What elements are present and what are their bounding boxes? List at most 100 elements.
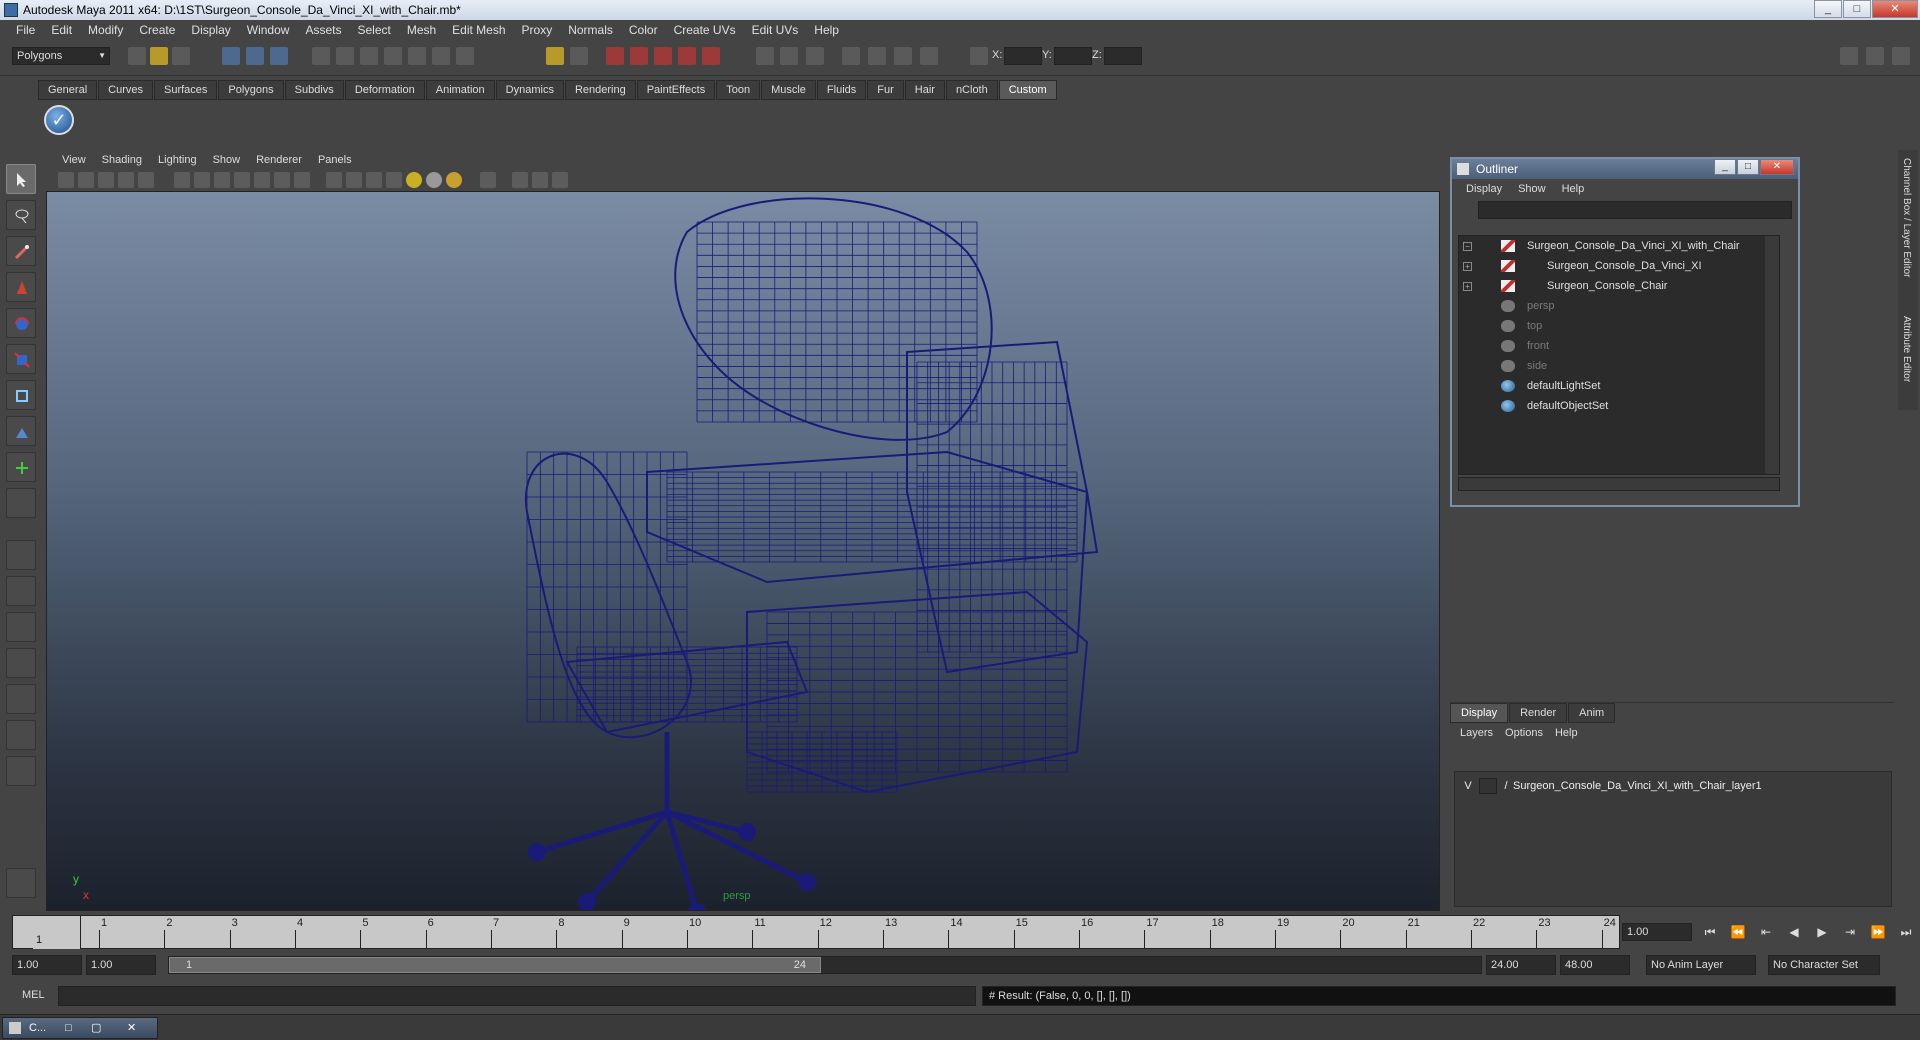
layer-type-toggle[interactable] — [1479, 778, 1497, 794]
textured-icon[interactable] — [386, 172, 402, 188]
layer-tab-anim[interactable]: Anim — [1568, 703, 1616, 723]
menu-display[interactable]: Display — [183, 23, 238, 37]
hypershade-icon[interactable] — [678, 47, 696, 65]
outliner-close-button[interactable]: ✕ — [1760, 159, 1794, 175]
lasso-tool-icon[interactable] — [6, 200, 36, 230]
camera-attributes-icon[interactable] — [78, 172, 94, 188]
outliner-menu-help[interactable]: Help — [1554, 183, 1593, 195]
go-to-end-icon[interactable]: ⏭ — [1896, 924, 1916, 940]
snap-grid-icon[interactable] — [312, 47, 330, 65]
layer-row[interactable]: V / Surgeon_Console_Da_Vinci_XI_with_Chair… — [1459, 776, 1887, 796]
ipr-render-icon[interactable] — [630, 47, 648, 65]
attribute-icon[interactable] — [894, 47, 912, 65]
go-to-start-icon[interactable]: ⏮ — [1700, 924, 1720, 940]
shelf-tab-painteffects[interactable]: PaintEffects — [636, 80, 716, 100]
outliner-item-defaultobjectset[interactable]: defaultObjectSet — [1459, 396, 1779, 416]
close-icon[interactable]: ✕ — [127, 1018, 136, 1038]
shelf-tab-animation[interactable]: Animation — [425, 80, 495, 100]
render-icon[interactable] — [606, 47, 624, 65]
script-editor-icon[interactable] — [806, 47, 824, 65]
history-icon[interactable] — [432, 47, 450, 65]
menu-edit-uvs[interactable]: Edit UVs — [744, 23, 807, 37]
restore-icon[interactable]: □ — [65, 1018, 72, 1038]
menu-create-uvs[interactable]: Create UVs — [666, 23, 744, 37]
lock-icon[interactable] — [546, 47, 564, 65]
minimize-button[interactable]: _ — [1814, 0, 1842, 18]
show-manipulator-icon[interactable] — [6, 452, 36, 482]
menu-set-dropdown[interactable]: Polygons ▼ — [12, 47, 110, 65]
shelf-tab-hair[interactable]: Hair — [904, 80, 945, 100]
snap-point-icon[interactable] — [360, 47, 378, 65]
soft-mod-tool-icon[interactable] — [6, 416, 36, 446]
single-pane-layout-icon[interactable] — [6, 540, 36, 570]
anim-layer-dropdown[interactable]: No Anim Layer — [1646, 955, 1756, 975]
save-scene-icon[interactable] — [172, 47, 190, 65]
maximize-button[interactable]: □ — [1843, 0, 1871, 18]
persp-hypershade-layout-icon[interactable] — [6, 684, 36, 714]
two-d-pan-icon[interactable] — [138, 172, 154, 188]
start-time-field[interactable]: 1.00 — [12, 955, 82, 975]
bookmark-icon[interactable] — [98, 172, 114, 188]
outliner-item-persp[interactable]: persp — [1459, 296, 1779, 316]
outliner-item-top[interactable]: top — [1459, 316, 1779, 336]
channel-box-icon[interactable] — [1866, 47, 1884, 65]
graph-icon[interactable] — [920, 47, 938, 65]
perspective-viewport[interactable]: yx persp — [46, 191, 1440, 911]
viewport-menu-renderer[interactable]: Renderer — [248, 154, 310, 166]
expand-icon[interactable]: + — [1463, 262, 1472, 271]
render-view-icon[interactable] — [702, 47, 720, 65]
range-slider-handle[interactable]: 1 24 — [169, 957, 821, 973]
anim-start-field[interactable]: 1.00 — [86, 955, 156, 975]
layer-menu-layers[interactable]: Layers — [1454, 727, 1499, 739]
menu-assets[interactable]: Assets — [297, 23, 349, 37]
shelf-tab-rendering[interactable]: Rendering — [564, 80, 636, 100]
menu-file[interactable]: File — [8, 23, 43, 37]
film-gate-icon[interactable] — [194, 172, 210, 188]
transform-field-icon[interactable] — [970, 47, 988, 65]
end-time-field[interactable]: 24.00 — [1486, 955, 1556, 975]
layer-tab-display[interactable]: Display — [1450, 703, 1509, 723]
range-slider[interactable]: 1 24 — [168, 956, 1482, 974]
wireframe-on-shaded-icon[interactable] — [366, 172, 382, 188]
select-tool-icon[interactable] — [6, 164, 36, 194]
shelf-tab-ncloth[interactable]: nCloth — [945, 80, 998, 100]
tool-settings-icon[interactable] — [1892, 47, 1910, 65]
snap-view-plane-icon[interactable] — [384, 47, 402, 65]
safe-action-icon[interactable] — [274, 172, 290, 188]
shelf-tab-curves[interactable]: Curves — [98, 80, 153, 100]
play-forwards-icon[interactable]: ▶ — [1812, 924, 1832, 940]
outliner-item-surgeon-console-da-vinci-xi[interactable]: + Surgeon_Console_Da_Vinci_XI — [1459, 256, 1779, 276]
shelf-checkmark-icon[interactable]: ✓ — [44, 105, 74, 135]
shelf-tab-toon[interactable]: Toon — [716, 80, 761, 100]
image-plane-icon[interactable] — [118, 172, 134, 188]
x-input[interactable] — [1004, 47, 1042, 65]
select-object-icon[interactable] — [246, 47, 264, 65]
z-input[interactable] — [1104, 47, 1142, 65]
shelf-tab-fluids[interactable]: Fluids — [816, 80, 867, 100]
move-tool-icon[interactable] — [6, 272, 36, 302]
minimized-window-item[interactable]: C... □ ▢ ✕ — [2, 1017, 158, 1039]
shelf-tab-custom[interactable]: Custom — [998, 80, 1057, 100]
viewport-menu-shading[interactable]: Shading — [94, 154, 150, 166]
high-quality-icon[interactable] — [446, 172, 462, 188]
shelf-tab-polygons[interactable]: Polygons — [218, 80, 284, 100]
current-time-marker[interactable]: 1 — [33, 916, 81, 949]
step-forward-frame-icon[interactable]: ⇥ — [1840, 924, 1860, 940]
paint-select-tool-icon[interactable] — [6, 236, 36, 266]
collapse-icon[interactable]: − — [1463, 242, 1472, 251]
input-line-icon[interactable] — [780, 47, 798, 65]
y-input[interactable] — [1054, 47, 1092, 65]
grid-toggle-icon[interactable] — [174, 172, 190, 188]
construction-history-icon[interactable] — [756, 47, 774, 65]
shelf-tab-dynamics[interactable]: Dynamics — [495, 80, 564, 100]
step-back-key-icon[interactable]: ⏪ — [1728, 924, 1748, 940]
current-frame-field[interactable]: 1.00 — [1622, 923, 1692, 941]
snap-curve-icon[interactable] — [336, 47, 354, 65]
wireframe-shading-icon[interactable] — [326, 172, 342, 188]
layer-menu-options[interactable]: Options — [1499, 727, 1549, 739]
shadows-icon[interactable] — [426, 172, 442, 188]
outliner-minimize-button[interactable]: _ — [1714, 159, 1736, 175]
outliner-horizontal-scrollbar[interactable] — [1458, 477, 1780, 491]
menu-help[interactable]: Help — [806, 23, 847, 37]
expand-icon[interactable]: + — [1463, 282, 1472, 291]
